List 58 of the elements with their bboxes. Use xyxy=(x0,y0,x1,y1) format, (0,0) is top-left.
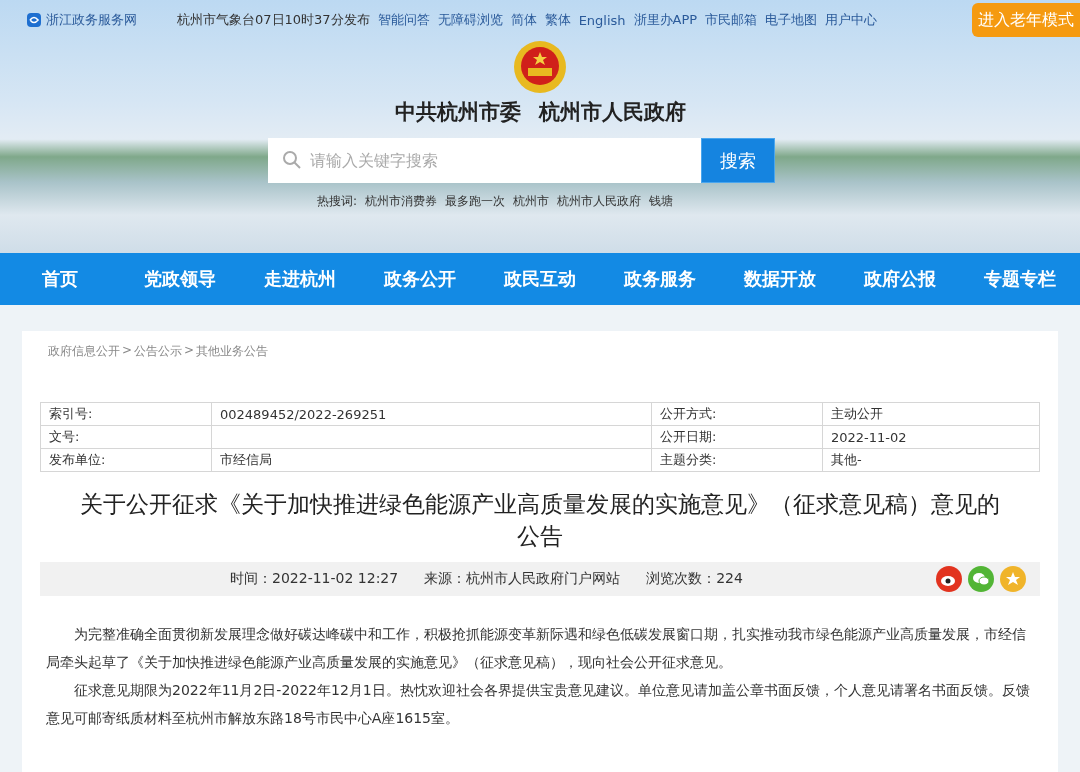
nav-item[interactable]: 首页 xyxy=(0,253,120,305)
table-cell: 主动公开 xyxy=(822,402,1040,426)
view-count: 浏览次数：224 xyxy=(646,570,743,588)
top-link[interactable]: 繁体 xyxy=(544,11,571,29)
site-link[interactable]: 浙江政务服务网 xyxy=(26,11,137,29)
article-paragraph: 为完整准确全面贯彻新发展理念做好碳达峰碳中和工作，积极抢抓能源变革新际遇和绿色低碳发展窗口期，扎实推动我市绿色能源产业高质量发展，市经信局牵头起草了《关于加快推进绿色能源产业高质量发展的实施意见》（征求意见稿），现向社会公开征求意见。 xyxy=(46,625,1027,672)
top-link[interactable]: English xyxy=(578,12,626,28)
table-cell: 公开日期: xyxy=(651,425,823,449)
table-cell: 主题分类: xyxy=(651,448,823,472)
nav-item[interactable]: 专题专栏 xyxy=(960,253,1080,305)
table-cell: 其他- xyxy=(822,448,1040,472)
star-share-icon[interactable] xyxy=(1000,566,1026,592)
publish-time: 时间：2022-11-02 12:27 xyxy=(230,570,399,588)
table-cell: 市经信局 xyxy=(211,448,652,472)
weather-notice: 杭州市气象台07日10时37分发布 xyxy=(177,11,370,29)
breadcrumb-link[interactable]: 公告公示 xyxy=(134,343,183,360)
hot-word-link[interactable]: 杭州市消费券 xyxy=(365,193,437,210)
nav-item[interactable]: 政民互动 xyxy=(480,253,600,305)
hot-word-link[interactable]: 钱塘 xyxy=(649,193,673,210)
table-cell: 发布单位: xyxy=(40,448,212,472)
nav-item[interactable]: 政务服务 xyxy=(600,253,720,305)
top-link[interactable]: 市民邮箱 xyxy=(705,11,758,29)
search-icon xyxy=(282,150,302,170)
nav-item[interactable]: 党政领导 xyxy=(120,253,240,305)
wechat-share-icon[interactable] xyxy=(968,566,994,592)
emblem-icon xyxy=(513,40,567,94)
top-link[interactable]: 电子地图 xyxy=(765,11,818,29)
site-title: 中共杭州市委 xyxy=(394,98,521,126)
hot-words-label: 热搜词: xyxy=(316,193,357,210)
breadcrumb-link[interactable]: 政府信息公开 xyxy=(48,343,120,360)
top-link[interactable]: 用户中心 xyxy=(825,11,878,29)
site-logo-icon xyxy=(26,12,42,28)
search-button[interactable]: 搜索 xyxy=(701,138,775,183)
top-link[interactable]: 无障碍浏览 xyxy=(437,11,503,29)
top-link[interactable]: 智能问答 xyxy=(377,11,430,29)
hot-word-link[interactable]: 杭州市人民政府 xyxy=(557,193,641,210)
article-title: 关于公开征求《关于加快推进绿色能源产业高质量发展的实施意见》（征求意见稿）意见的公告 xyxy=(79,490,1001,551)
table-cell: 文号: xyxy=(40,425,212,449)
table-cell: 索引号: xyxy=(40,402,212,426)
breadcrumb-separator: > xyxy=(122,343,133,359)
hot-word-link[interactable]: 最多跑一次 xyxy=(445,193,505,210)
weibo-share-icon[interactable] xyxy=(936,566,962,592)
nav-item[interactable]: 政府公报 xyxy=(840,253,960,305)
nav-item[interactable]: 走进杭州 xyxy=(240,253,360,305)
search-field[interactable]: 请输入关键字搜索 xyxy=(268,138,701,183)
breadcrumb-separator: > xyxy=(184,343,195,359)
top-link[interactable]: 简体 xyxy=(510,11,537,29)
article-source: 来源：杭州市人民政府门户网站 xyxy=(424,570,621,588)
nav-item[interactable]: 数据开放 xyxy=(720,253,840,305)
hot-word-link[interactable]: 杭州市 xyxy=(513,193,549,210)
site-title: 杭州市人民政府 xyxy=(538,98,686,126)
article-paragraph: 征求意见期限为2022年11月2日-2022年12月1日。热忱欢迎社会各界提供宝贵意见建议。单位意见请加盖公章书面反馈，个人意见请署名书面反馈。反馈意见可邮寄纸质材料至杭州市解放东路18号市民中心A座1615室。 xyxy=(46,681,1031,728)
breadcrumb-link[interactable]: 其他业务公告 xyxy=(196,343,269,360)
table-cell: 2022-11-02 xyxy=(822,425,1040,449)
nav-item[interactable]: 政务公开 xyxy=(360,253,480,305)
table-cell: 002489452/2022-269251 xyxy=(211,402,652,426)
table-cell: 公开方式: xyxy=(651,402,823,426)
top-link[interactable]: 浙里办APP xyxy=(633,11,698,29)
